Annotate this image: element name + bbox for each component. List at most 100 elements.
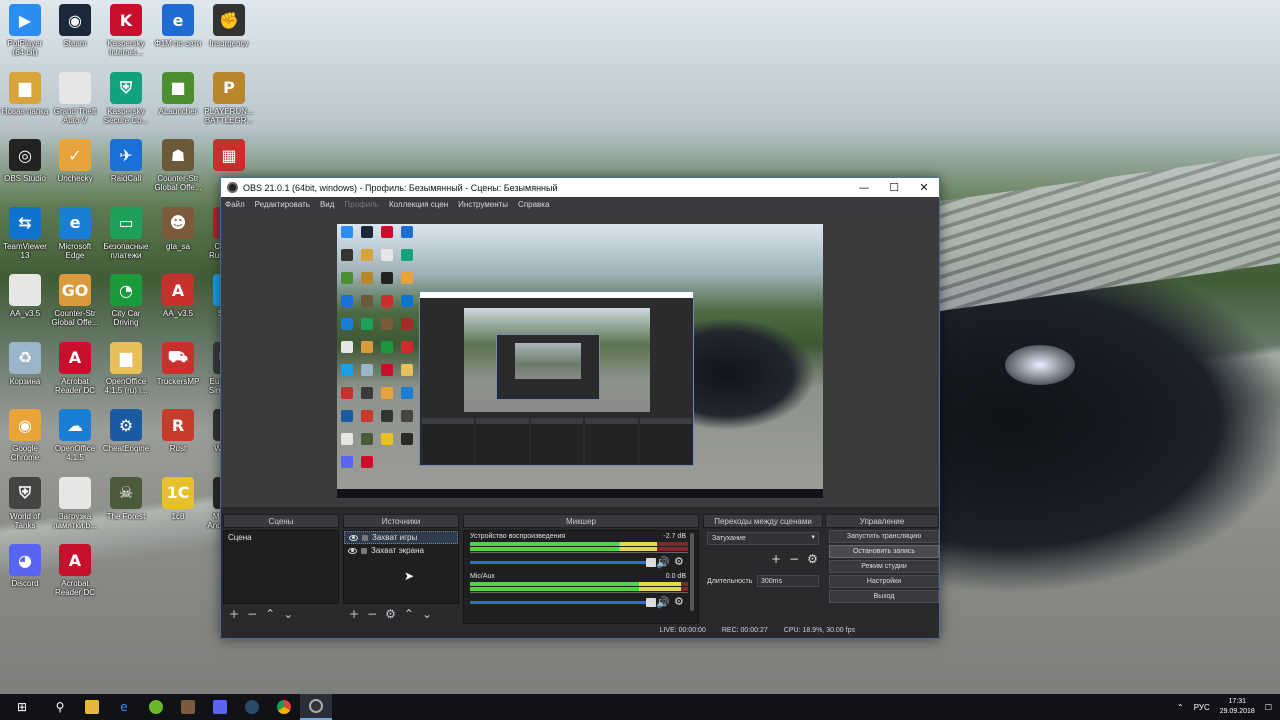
mixer-dock: Микшер Устройство воспроизведения -2.7 d… (463, 514, 699, 624)
menu-help[interactable]: Справка (518, 200, 549, 209)
menu-scene-collection[interactable]: Коллекция сцен (389, 200, 448, 209)
lock-icon[interactable] (361, 547, 367, 554)
minecraft-icon: ■ (162, 71, 194, 104)
notification-icon[interactable]: ☐ (1265, 703, 1272, 712)
audio-meter (470, 547, 688, 551)
channel-gear-icon[interactable]: ⚙ (674, 555, 684, 568)
transition-select[interactable]: Затухание (707, 532, 819, 545)
discord-icon[interactable] (204, 694, 236, 720)
scene-down-button[interactable]: ⌄ (283, 607, 293, 621)
teamviewer-icon: ⇆ (9, 206, 41, 239)
game-icon[interactable] (172, 694, 204, 720)
openoffice-icon: ☁ (59, 409, 91, 441)
sources-dock: Источники Захват игры Захват экрана ➤ + … (343, 514, 459, 624)
remove-source-button[interactable]: − (367, 607, 377, 621)
remove-scene-button[interactable]: − (247, 607, 257, 621)
add-scene-button[interactable]: + (229, 607, 239, 621)
source-label: Захват экрана (371, 546, 424, 555)
exit-button[interactable]: Выход (829, 590, 939, 603)
cpu-fps: CPU: 18.9%, 30.00 fps (783, 627, 855, 634)
audio-meter (470, 582, 688, 586)
visibility-eye-icon[interactable] (349, 534, 358, 541)
stop-recording-button[interactable]: Остановить запись (829, 545, 939, 558)
play-icon: ▶ (9, 4, 41, 36)
clock-time: 17:31 (1228, 698, 1247, 705)
clock[interactable]: 17:31 29.09.2018 (1220, 697, 1255, 717)
speaker-icon[interactable]: 🔊 (656, 556, 670, 569)
forest-icon: ☠ (110, 476, 142, 509)
channel-db: -2.7 dB (663, 533, 686, 540)
lock-icon[interactable] (362, 534, 368, 541)
volume-knob[interactable] (646, 558, 656, 567)
start-streaming-button[interactable]: Запустить трансляцию (829, 530, 939, 543)
obs-icon: ◎ (9, 139, 41, 171)
volume-slider[interactable] (470, 558, 656, 567)
obs-logo-icon (227, 182, 238, 193)
add-source-button[interactable]: + (349, 607, 359, 621)
volume-knob[interactable] (646, 598, 656, 607)
edge-icon[interactable]: e (108, 694, 140, 720)
close-button[interactable]: ✕ (909, 178, 939, 197)
obs-titlebar[interactable]: OBS 21.0.1 (64bit, windows) - Профиль: Б… (221, 178, 939, 197)
system-tray: ⌃ РУС 17:31 29.09.2018 ☐ (1177, 694, 1280, 720)
menu-view[interactable]: Вид (320, 200, 334, 209)
source-up-button[interactable]: ⌃ (404, 607, 414, 621)
mixer-channel-mic: Mic/Aux 0.0 dB 🔊 ⚙ (468, 573, 690, 611)
obs-window[interactable]: OBS 21.0.1 (64bit, windows) - Профиль: Б… (220, 177, 940, 639)
mouse-cursor-icon: ➤ (404, 569, 415, 583)
channel-db: 0.0 dB (665, 573, 686, 580)
unchecky-icon: ✓ (59, 139, 91, 171)
preview-canvas[interactable] (337, 224, 823, 498)
menu-tools[interactable]: Инструменты (458, 200, 508, 209)
tray-chevron-icon[interactable]: ⌃ (1177, 703, 1184, 712)
document-icon (59, 476, 91, 509)
studio-mode-button[interactable]: Режим студии (829, 560, 939, 573)
menu-profile[interactable]: Профиль (344, 200, 379, 209)
source-item[interactable]: Захват игры (344, 531, 458, 544)
document-icon (59, 71, 91, 104)
speaker-icon[interactable]: 🔊 (656, 596, 670, 609)
obs-taskbar-icon[interactable] (300, 694, 332, 720)
duration-input[interactable]: 300ms (757, 575, 819, 587)
desktop-icon[interactable]: ✊ Insurgency (198, 4, 260, 70)
scenes-dock: Сцены Сцена + − ⌃ ⌄ (223, 514, 339, 624)
visibility-eye-icon[interactable] (348, 547, 357, 554)
desktop-icon[interactable]: A Acrobat Reader DC (44, 544, 106, 610)
source-label: Захват игры (372, 533, 418, 542)
menu-file[interactable]: Файл (225, 200, 245, 209)
start-button[interactable]: ⊞ (0, 694, 44, 720)
menu-edit[interactable]: Редактировать (255, 200, 310, 209)
controls-dock: Управление Запустить трансляцию Останови… (825, 514, 939, 624)
sources-list: Захват игры Захват экрана ➤ (343, 530, 459, 604)
desktop-icon[interactable]: P PLAYERUN... BATTLEGR... (198, 71, 260, 138)
fist-icon: ✊ (213, 4, 245, 36)
mixer-body: Устройство воспроизведения -2.7 dB 🔊 ⚙ M… (463, 530, 699, 624)
mixer-scrollbar[interactable] (690, 533, 694, 611)
settings-button[interactable]: Настройки (829, 575, 939, 588)
add-transition-button[interactable]: + (771, 552, 781, 566)
volume-slider[interactable] (470, 598, 656, 607)
folder-icon: ▆ (9, 71, 41, 104)
source-settings-gear-icon[interactable]: ⚙ (385, 607, 396, 621)
remove-transition-button[interactable]: − (789, 552, 799, 566)
source-item[interactable]: Захват экрана (344, 544, 458, 557)
scene-up-button[interactable]: ⌃ (265, 607, 275, 621)
language-indicator[interactable]: РУС (1194, 703, 1210, 712)
channel-gear-icon[interactable]: ⚙ (674, 595, 684, 608)
transition-gear-icon[interactable]: ⚙ (807, 552, 818, 566)
file-explorer-icon[interactable] (76, 694, 108, 720)
recycle-bin-icon: ♻ (9, 341, 41, 374)
citycar-icon: ◔ (110, 274, 142, 306)
steam-icon[interactable] (236, 694, 268, 720)
search-icon[interactable]: ⚲ (44, 694, 76, 720)
scene-item[interactable]: Сцена (224, 531, 338, 544)
minimize-button[interactable]: — (849, 178, 879, 197)
truckersmp-icon: ⛟ (162, 341, 194, 374)
chrome-icon[interactable] (268, 694, 300, 720)
source-down-button[interactable]: ⌄ (422, 607, 432, 621)
channel-name: Mic/Aux (470, 573, 495, 580)
scenes-header: Сцены (223, 514, 339, 528)
menu-bar: Файл Редактировать Вид Профиль Коллекция… (221, 197, 939, 212)
utorrent-icon[interactable] (140, 694, 172, 720)
maximize-button[interactable]: ☐ (879, 178, 909, 197)
